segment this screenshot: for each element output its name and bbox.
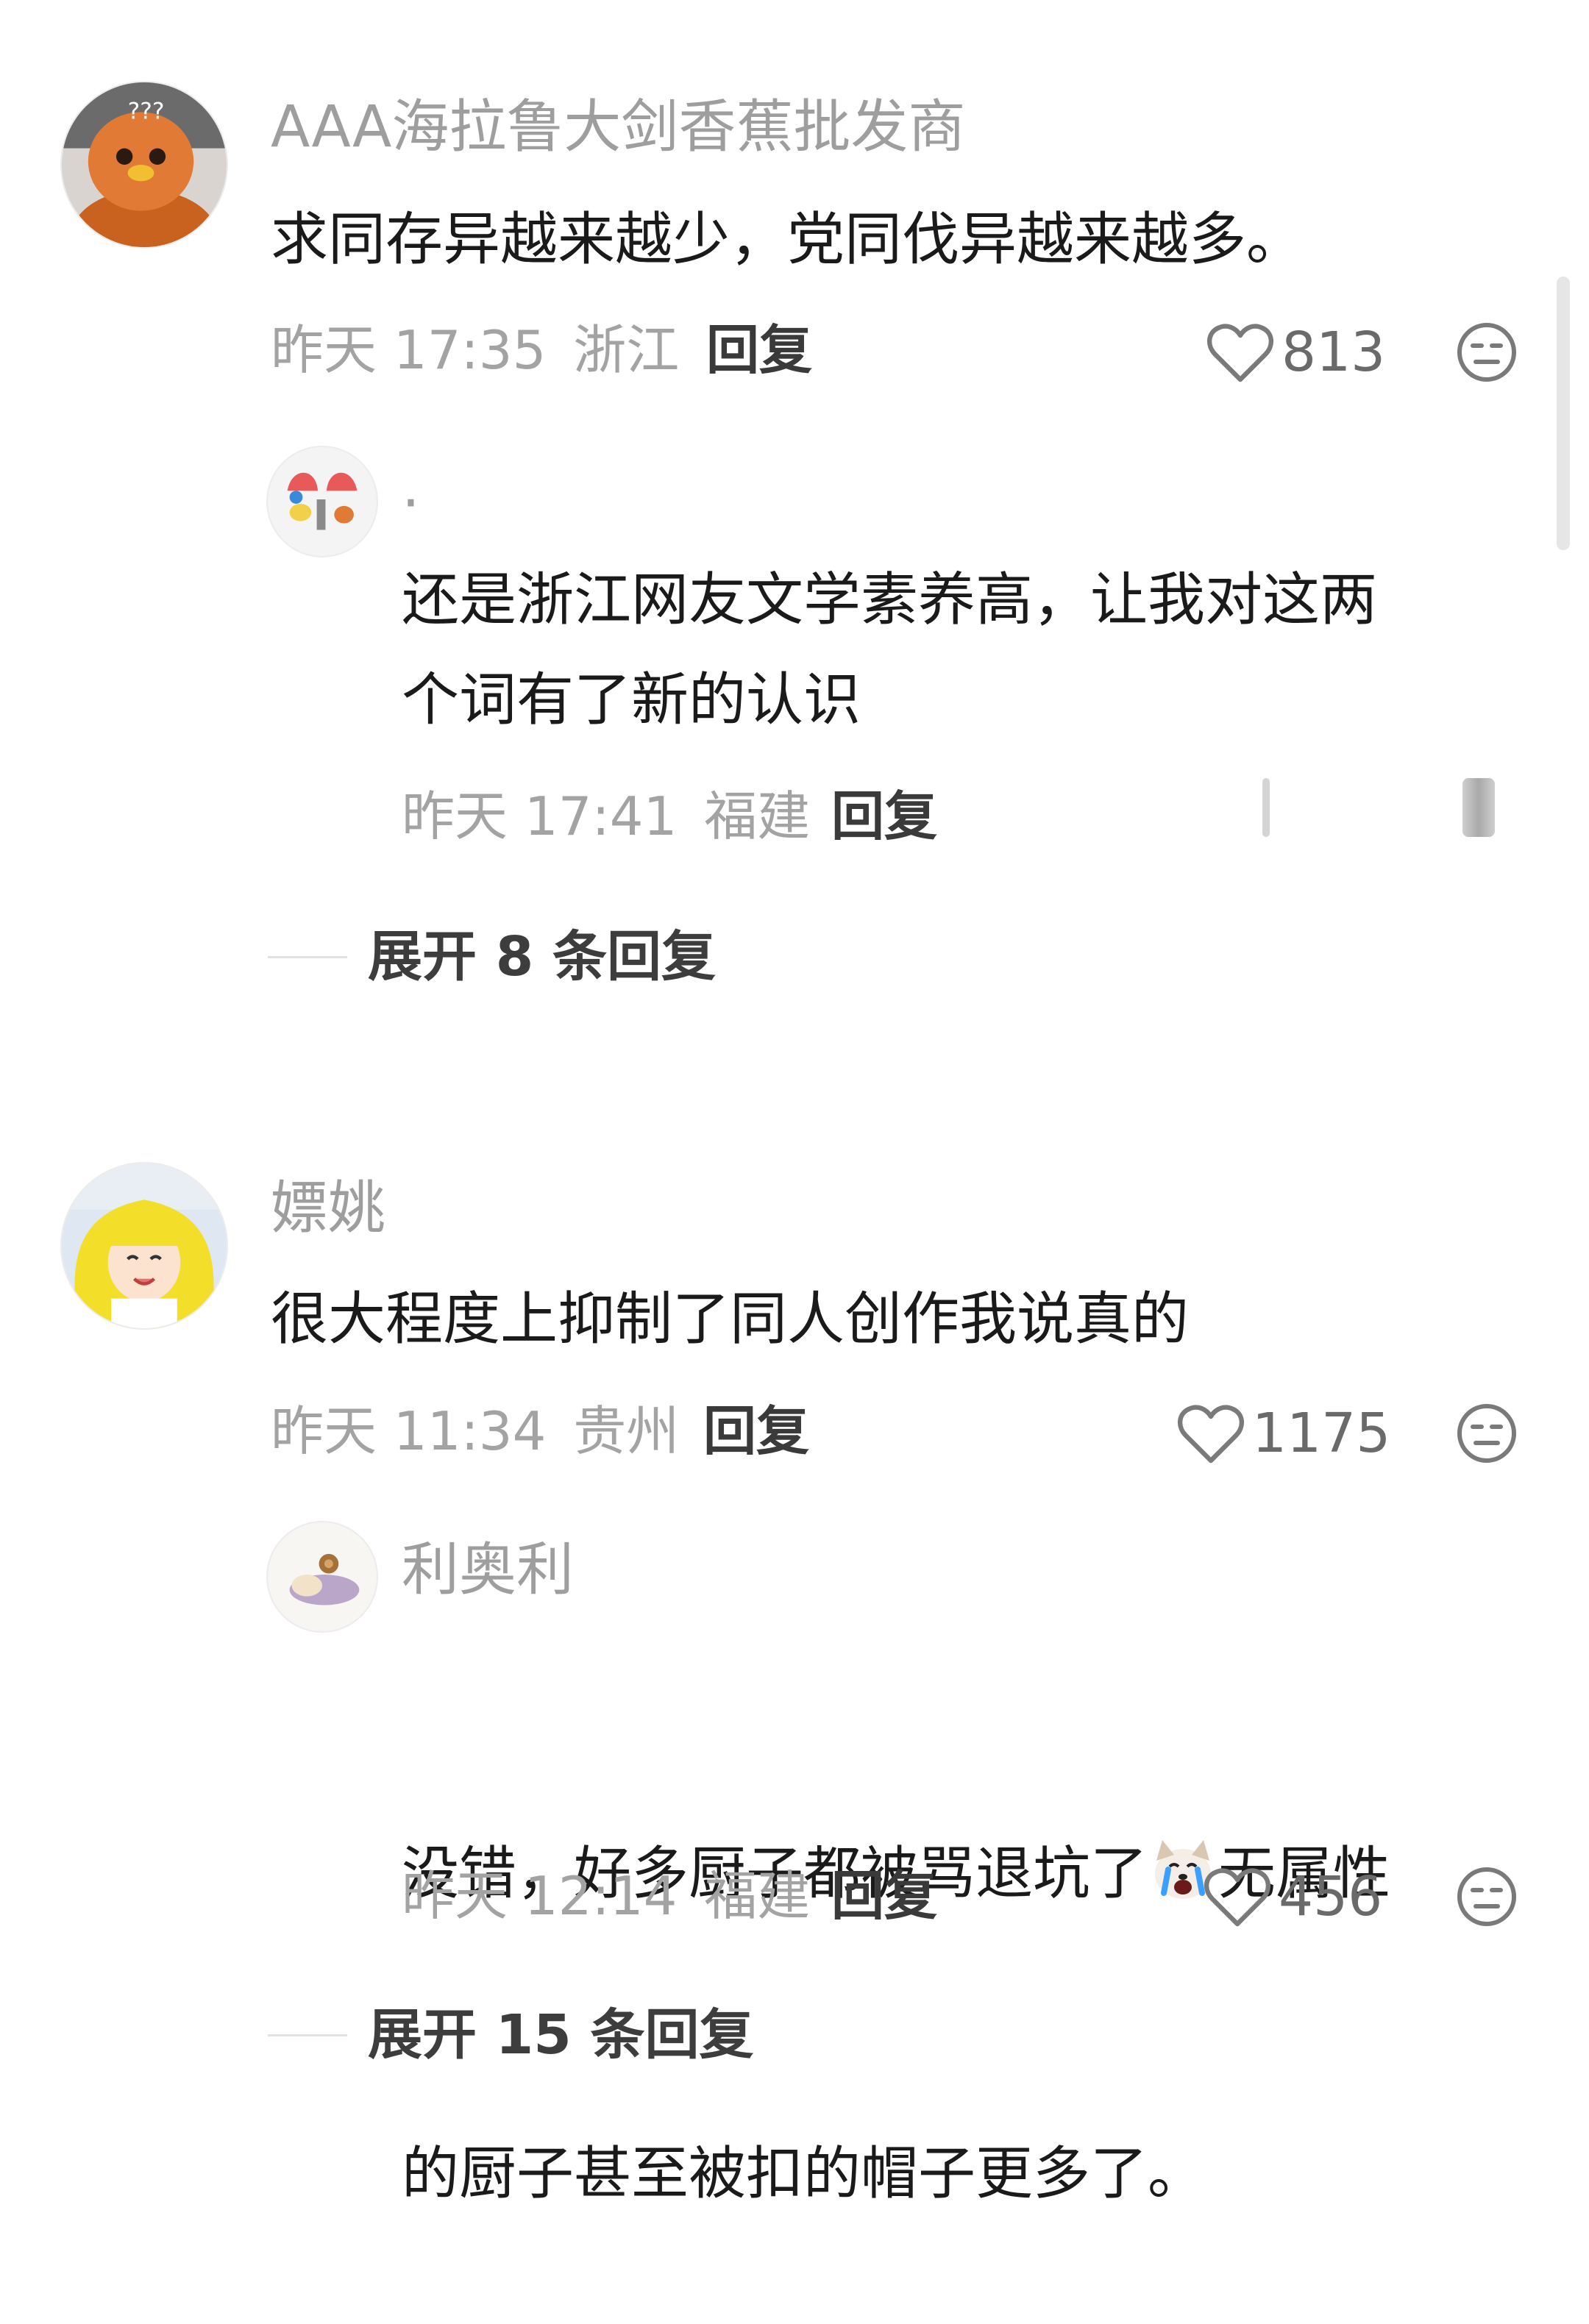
- anime-girl-yellow-hair-avatar-icon: [62, 1163, 227, 1328]
- heart-icon: [1178, 1405, 1244, 1464]
- loading-placeholder: [1462, 778, 1495, 837]
- comment-time: 昨天 17:35: [271, 319, 547, 381]
- dislike-face-icon[interactable]: [1455, 1402, 1518, 1465]
- comment-text: 求同存异越来越少，党同伐异越来越多。: [271, 207, 1304, 273]
- like-button[interactable]: 813: [1206, 319, 1385, 385]
- heart-icon: [1207, 324, 1273, 382]
- reply-time: 昨天 12:14: [402, 1865, 678, 1927]
- reply-time: 昨天 17:41: [402, 785, 678, 847]
- reply-button[interactable]: 回复: [831, 790, 937, 843]
- dislike-face-icon[interactable]: [1455, 321, 1518, 384]
- avatar[interactable]: [266, 446, 378, 557]
- expand-replies-button[interactable]: 展开 8 条回复: [368, 930, 716, 984]
- loading-placeholder: [1262, 778, 1270, 837]
- comment-username[interactable]: AAA海拉鲁大剑香蕉批发商: [271, 99, 965, 156]
- comment-meta: 昨天 11:34 贵州: [271, 1405, 679, 1458]
- avatar[interactable]: [60, 1162, 228, 1330]
- reply-button[interactable]: 回复: [831, 1869, 937, 1922]
- orange-bird-mascot-avatar-icon: ???: [62, 82, 227, 247]
- cat-sleeping-avatar-icon: [268, 1522, 377, 1631]
- reply-text-line: 的厨子甚至被扣的帽子更多了。: [402, 2141, 1206, 2207]
- expand-replies-button[interactable]: 展开 15 条回复: [368, 2008, 754, 2062]
- reply-location: 福建: [704, 785, 811, 847]
- expand-divider: [268, 2034, 347, 2036]
- like-count: 813: [1281, 321, 1386, 384]
- cartoon-characters-avatar-icon: [268, 447, 377, 556]
- avatar[interactable]: [266, 1521, 378, 1633]
- comment-location: 浙江: [573, 319, 680, 381]
- reply-location: 福建: [704, 1865, 811, 1927]
- like-count: 456: [1279, 1865, 1383, 1928]
- reply-meta: 昨天 12:14 福建: [402, 1869, 810, 1922]
- reply-text: 没错，好多厨子都被骂退坑了 无属性 的厨子甚至被扣的帽子更多了。: [402, 1624, 1390, 2324]
- comment-time: 昨天 11:34: [271, 1400, 547, 1462]
- reply-meta: 昨天 17:41 福建: [402, 790, 810, 843]
- dislike-face-icon[interactable]: [1455, 1865, 1518, 1928]
- comment-username[interactable]: 嫖姚: [271, 1180, 385, 1237]
- expand-divider: [268, 956, 347, 958]
- like-button[interactable]: 1175: [1177, 1400, 1390, 1466]
- reply-username[interactable]: 利奥利: [402, 1541, 574, 1599]
- reply-button[interactable]: 回复: [703, 1405, 809, 1458]
- svg-text:???: ???: [128, 98, 165, 124]
- reply-username[interactable]: ·: [402, 475, 420, 532]
- comment-location: 贵州: [573, 1400, 680, 1462]
- comment-meta: 昨天 17:35 浙江: [271, 324, 679, 377]
- like-count: 1175: [1252, 1402, 1391, 1465]
- heart-icon: [1204, 1868, 1270, 1927]
- avatar[interactable]: ???: [60, 81, 228, 249]
- reply-text: 还是浙江网友文学素养高，让我对这两 个词有了新的认识: [402, 567, 1378, 733]
- like-button[interactable]: 456: [1204, 1864, 1382, 1930]
- reply-button[interactable]: 回复: [706, 324, 812, 377]
- comment-text: 很大程度上抑制了同人创作我说真的: [271, 1286, 1190, 1352]
- scrollbar[interactable]: [1557, 277, 1570, 550]
